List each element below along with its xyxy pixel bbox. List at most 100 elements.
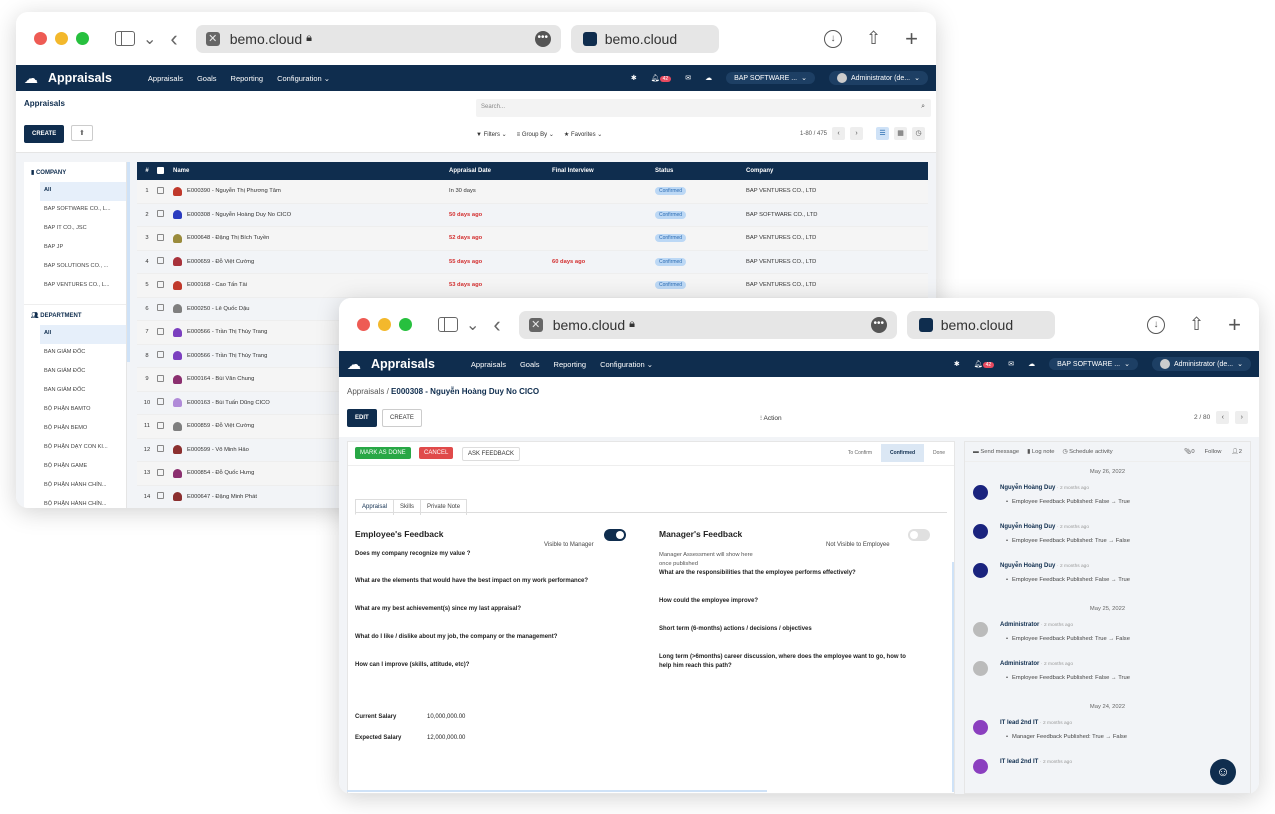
share-icon[interactable]: ⇧	[1189, 314, 1204, 335]
message-icon[interactable]: ✉	[685, 74, 691, 82]
schedule-activity-button[interactable]: ◷ Schedule activity	[1062, 449, 1112, 455]
horizontal-scrollbar[interactable]	[347, 790, 767, 792]
stage-confirmed[interactable]: Confirmed	[881, 444, 925, 462]
message-author[interactable]: Nguyễn Hoàng Duy · 2 months ago	[1000, 485, 1089, 491]
notification-icon[interactable]: 🔔︎ 42	[651, 74, 672, 82]
calendar-view-button[interactable]: ▦	[894, 127, 908, 140]
minimize-window-button[interactable]	[55, 32, 68, 45]
avatar[interactable]	[973, 563, 988, 578]
message-author[interactable]: IT lead 2nd IT · 2 months ago	[1000, 759, 1072, 765]
pager-prev-button[interactable]: ‹	[1216, 411, 1230, 424]
row-checkbox[interactable]	[157, 257, 173, 266]
sidebar-toggle-icon[interactable]	[438, 317, 458, 332]
follow-button[interactable]: Follow	[1205, 449, 1222, 455]
new-tab-icon[interactable]: +	[1228, 312, 1241, 338]
table-row[interactable]: 5 E000168 - Cao Tấn Tài 53 days ago Confirm…	[137, 274, 928, 298]
row-checkbox[interactable]	[157, 304, 173, 313]
avatar[interactable]	[973, 524, 988, 539]
current-salary-field[interactable]: 10,000,000.00	[427, 714, 465, 720]
message-author[interactable]: Nguyễn Hoàng Duy · 2 months ago	[1000, 524, 1089, 530]
row-checkbox[interactable]	[157, 351, 173, 360]
ask-feedback-button[interactable]: ASK FEEDBACK	[462, 447, 521, 461]
chevron-down-icon[interactable]: ⌄	[143, 29, 156, 49]
pager-prev-button[interactable]: ‹	[832, 127, 846, 140]
panel-scrollbar[interactable]	[127, 162, 130, 362]
zoom-window-button[interactable]	[399, 318, 412, 331]
mark-as-done-button[interactable]: MARK AS DONE	[355, 447, 411, 459]
share-icon[interactable]: ⇧	[866, 28, 881, 49]
message-author[interactable]: Administrator · 2 months ago	[1000, 622, 1073, 628]
menu-reporting[interactable]: Reporting	[554, 360, 587, 369]
avatar[interactable]	[973, 622, 988, 637]
more-icon[interactable]: •••	[534, 30, 551, 47]
avatar[interactable]	[973, 485, 988, 500]
select-all-checkbox[interactable]	[157, 166, 173, 176]
avatar[interactable]	[973, 720, 988, 735]
attachment-button[interactable]: 📎︎0	[1184, 449, 1195, 455]
cloud-status-icon[interactable]: ☁	[705, 74, 712, 82]
visible-to-employee-toggle[interactable]	[908, 529, 930, 541]
department-filter-item[interactable]: BAN GIÁM ĐỐC	[40, 382, 126, 401]
message-author[interactable]: Administrator · 2 months ago	[1000, 661, 1073, 667]
department-filter-item[interactable]: BỘ PHẬN GAME	[40, 458, 126, 477]
department-filter-item[interactable]: All	[40, 325, 126, 344]
message-icon[interactable]: ✉	[1008, 360, 1014, 368]
menu-configuration[interactable]: Configuration ⌄	[277, 74, 330, 83]
address-bar[interactable]: ✕ bemo.cloud 🔒︎ •••	[195, 24, 561, 53]
department-filter-item[interactable]: BỘ PHẬN BAMTO	[40, 401, 126, 420]
zoom-window-button[interactable]	[76, 32, 89, 45]
create-button[interactable]: CREATE	[24, 125, 65, 143]
row-checkbox[interactable]	[157, 280, 173, 290]
company-filter-item[interactable]: BAP SOFTWARE CO., L...	[40, 201, 126, 220]
favorites-dropdown[interactable]: ★ Favorites ⌄	[564, 131, 602, 138]
log-note-button[interactable]: ▮ Log note	[1027, 449, 1054, 455]
row-checkbox[interactable]	[157, 186, 173, 196]
company-switcher[interactable]: BAP SOFTWARE ... ⌄	[1049, 358, 1138, 370]
message-author[interactable]: IT lead 2nd IT · 2 months ago	[1000, 720, 1072, 726]
visible-to-manager-toggle[interactable]	[604, 529, 626, 541]
row-checkbox[interactable]	[157, 398, 173, 407]
company-filter-item[interactable]: BAP JP	[40, 239, 126, 258]
row-checkbox[interactable]	[157, 327, 173, 337]
company-filter-item[interactable]: BAP VENTURES CO., L...	[40, 277, 126, 296]
app-title[interactable]: Appraisals	[371, 357, 435, 371]
menu-reporting[interactable]: Reporting	[231, 74, 264, 83]
app-title[interactable]: Appraisals	[48, 71, 112, 85]
address-bar[interactable]: ✕ bemo.cloud 🔒︎ •••	[518, 310, 897, 339]
cloud-icon[interactable]: ☁	[24, 70, 38, 87]
close-window-button[interactable]	[34, 32, 47, 45]
browser-tab[interactable]: bemo.cloud	[570, 24, 719, 53]
form-scrollbar[interactable]	[952, 562, 954, 792]
row-checkbox[interactable]	[157, 233, 173, 243]
minimize-window-button[interactable]	[378, 318, 391, 331]
avatar[interactable]	[973, 661, 988, 676]
department-filter-item[interactable]: BỘ PHẬN HÀNH CHÍN...	[40, 477, 126, 496]
sidebar-toggle-icon[interactable]	[115, 31, 135, 46]
cloud-status-icon[interactable]: ☁	[1028, 360, 1035, 368]
breadcrumb-parent[interactable]: Appraisals	[347, 387, 384, 396]
groupby-dropdown[interactable]: ≡ Group By ⌄	[517, 131, 554, 138]
user-menu[interactable]: Administrator (de... ⌄	[828, 71, 928, 85]
employee-name-cell[interactable]: E000648 - Đặng Thị Bích Tuyền	[173, 233, 449, 243]
cloud-icon[interactable]: ☁	[347, 356, 361, 373]
menu-goals[interactable]: Goals	[520, 360, 540, 369]
chevron-down-icon[interactable]: ⌄	[466, 315, 479, 335]
company-filter-item[interactable]: BAP IT CO., JSC	[40, 220, 126, 239]
more-icon[interactable]: •••	[870, 316, 887, 333]
row-checkbox[interactable]	[157, 421, 173, 431]
avatar[interactable]	[973, 759, 988, 774]
employee-name-cell[interactable]: E000390 - Nguyễn Thị Phương Tâm	[173, 186, 449, 196]
stage-done[interactable]: Done	[924, 444, 954, 462]
followers-button[interactable]: 👤︎2	[1231, 449, 1242, 455]
menu-appraisals[interactable]: Appraisals	[471, 360, 506, 369]
create-button[interactable]: CREATE	[382, 409, 422, 427]
menu-appraisals[interactable]: Appraisals	[148, 74, 183, 83]
row-checkbox[interactable]	[157, 445, 173, 454]
col-final-interview[interactable]: Final Interview	[552, 168, 655, 174]
company-filter-item[interactable]: All	[40, 182, 126, 201]
department-filter-item[interactable]: BAN GIÁM ĐỐC	[40, 363, 126, 382]
edit-button[interactable]: EDIT	[347, 409, 377, 427]
col-company[interactable]: Company	[746, 168, 928, 174]
notification-icon[interactable]: 🔔︎ 42	[974, 360, 995, 368]
col-name[interactable]: Name	[173, 168, 449, 174]
